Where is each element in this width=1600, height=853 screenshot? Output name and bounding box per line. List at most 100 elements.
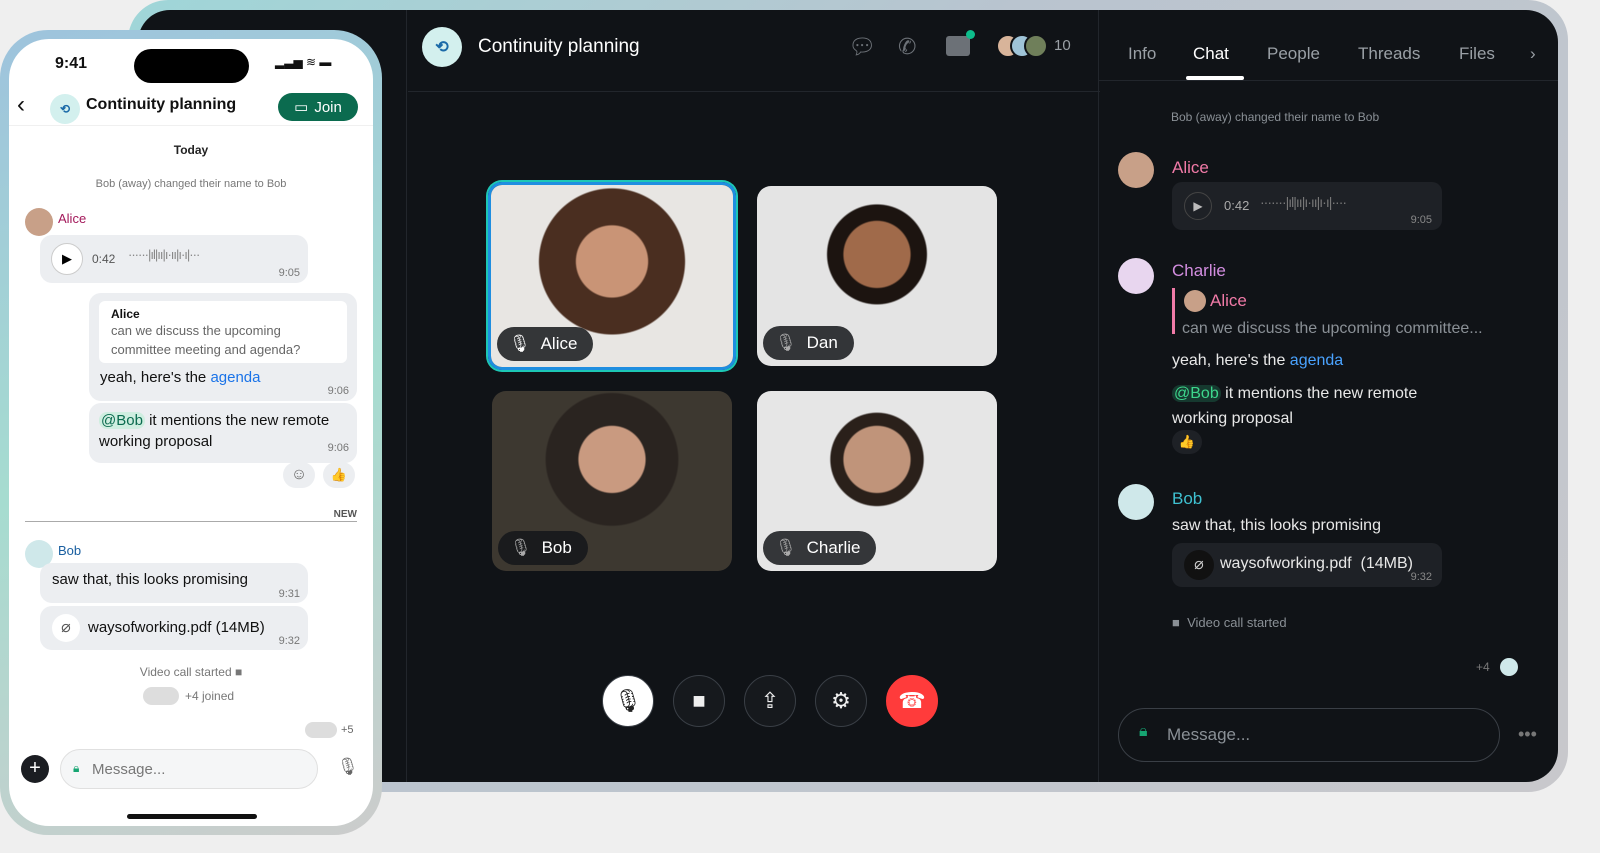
room-avatar[interactable]: ⟲ <box>422 27 462 67</box>
add-attachment-button[interactable]: + <box>21 755 49 783</box>
participant-label: 🎙︎ Dan <box>763 326 854 360</box>
avatar-alice-small <box>1184 290 1206 312</box>
settings-button[interactable]: ⚙ <box>815 675 867 727</box>
mention-message[interactable]: @Bob it mentions the new remote working … <box>89 403 357 463</box>
divider <box>406 10 407 782</box>
participant-label: 🎙︎ Bob <box>498 531 588 565</box>
waveform: ······|ıl|ıı|ı·ıı|ı·ı|··· <box>128 247 200 262</box>
microphone-icon[interactable]: 🎙︎ <box>337 757 359 777</box>
voice-message[interactable]: ▶ 0:42 ·······|ıl|ıı|ı·ıı|ı·ı|···· 9:05 <box>1172 182 1442 230</box>
mic-off-icon: 🎙︎ <box>775 538 797 557</box>
tab-info[interactable]: Info <box>1128 44 1156 64</box>
video-tile-alice[interactable]: 🎙︎ Alice <box>488 182 736 370</box>
more-options-icon[interactable]: ••• <box>1518 724 1537 745</box>
system-message: Bob (away) changed their name to Bob <box>1171 110 1380 124</box>
chat-icon[interactable]: 💬︎ <box>848 34 876 60</box>
mic-icon: 🎙︎ <box>509 334 531 353</box>
mic-off-icon: 🎙︎ <box>510 538 532 557</box>
sender-bob[interactable]: Bob <box>58 543 81 558</box>
dynamic-island <box>134 49 249 83</box>
room-avatar[interactable]: ⟲ <box>50 94 80 124</box>
active-tab-indicator <box>1186 76 1244 80</box>
lock-icon: 🔒︎ <box>73 761 80 775</box>
tab-people[interactable]: People <box>1267 44 1320 64</box>
video-tile-charlie[interactable]: 🎙︎ Charlie <box>757 391 997 571</box>
mobile-app: 9:41 ▂▃▅ ≋ ▬ ‹ ⟲ Continuity planning ▭ Jo… <box>9 39 373 826</box>
paperclip-icon: ⌀ <box>1184 550 1214 580</box>
camera-button[interactable]: ■ <box>673 675 725 727</box>
message-composer[interactable]: 🔒︎ Message... <box>1118 708 1500 762</box>
agenda-link[interactable]: agenda <box>210 369 260 386</box>
room-title: Continuity planning <box>86 96 237 113</box>
avatar-bob[interactable] <box>1118 484 1154 520</box>
member-avatars[interactable]: 10 <box>996 34 1071 58</box>
call-controls: 🎙︎ ■ ⇪ ⚙ ☎ <box>602 675 938 727</box>
member-count: 10 <box>1054 37 1071 54</box>
read-receipts[interactable]: +5 <box>305 722 354 738</box>
message-bubble[interactable]: saw that, this looks promising 9:31 <box>40 563 308 603</box>
participant-label: 🎙︎ Alice <box>497 327 594 361</box>
phone-icon[interactable]: ✆ <box>898 34 916 60</box>
play-icon[interactable]: ▶ <box>51 243 83 275</box>
file-attachment[interactable]: ⌀ waysofworking.pdf (14MB) 9:32 <box>40 606 308 650</box>
participant-label: 🎙︎ Charlie <box>763 531 877 565</box>
divider <box>9 125 373 126</box>
home-indicator <box>127 814 257 819</box>
tab-files[interactable]: Files <box>1459 44 1495 64</box>
agenda-link[interactable]: agenda <box>1290 352 1343 369</box>
tabs-more-icon[interactable]: › <box>1530 44 1536 64</box>
room-title: Continuity planning <box>478 36 640 57</box>
reply-quote[interactable]: can we discuss the upcoming committee... <box>1182 320 1483 338</box>
avatar-alice[interactable] <box>1118 152 1154 188</box>
message-composer[interactable]: 🔒︎ Message... <box>60 749 318 789</box>
room-header: ⟲ Continuity planning 💬︎ ✆ 10 <box>408 10 1100 92</box>
reaction-thumbs-up[interactable]: 👍 <box>323 462 355 488</box>
new-divider <box>25 521 357 522</box>
hangup-button[interactable]: ☎ <box>886 675 938 727</box>
mic-off-icon: 🎙︎ <box>775 333 797 352</box>
reaction-thumbs-up[interactable]: 👍 <box>1172 430 1202 454</box>
call-event: Video call started ■ <box>139 665 243 679</box>
lock-icon: 🔒︎ <box>1139 723 1148 740</box>
threads-icon[interactable] <box>946 30 975 56</box>
sender-charlie[interactable]: Charlie <box>1172 261 1226 281</box>
call-event: ■ Video call started <box>1172 615 1287 630</box>
reply-message[interactable]: Alice can we discuss the upcoming committ… <box>89 293 357 401</box>
voice-message[interactable]: ▶ 0:42 ······|ıl|ıı|ı·ıı|ı·ı|··· 9:05 <box>40 235 308 283</box>
tab-chat[interactable]: Chat <box>1193 44 1229 64</box>
play-icon[interactable]: ▶ <box>1184 192 1212 220</box>
avatar-charlie[interactable] <box>1118 258 1154 294</box>
add-reaction-button[interactable]: ☺ <box>283 462 315 488</box>
mention-pill[interactable]: @Bob <box>99 412 145 429</box>
call-participants[interactable]: +4 joined <box>143 687 234 705</box>
video-icon: ■ <box>1172 615 1180 630</box>
day-separator: Today <box>173 143 209 157</box>
divider <box>1098 10 1099 782</box>
sender-bob[interactable]: Bob <box>1172 489 1202 509</box>
divider <box>1098 80 1558 81</box>
avatar-alice[interactable] <box>25 208 53 236</box>
message-text: @Bob it mentions the new remote working … <box>1172 385 1418 427</box>
sender-alice[interactable]: Alice <box>58 211 86 226</box>
phone-frame: 9:41 ▂▃▅ ≋ ▬ ‹ ⟲ Continuity planning ▭ Jo… <box>0 30 382 835</box>
message-text: saw that, this looks promising <box>1172 517 1381 534</box>
reply-bar <box>1172 288 1175 334</box>
message-text: yeah, here's the agenda <box>1172 352 1344 369</box>
paperclip-icon: ⌀ <box>52 614 80 642</box>
read-receipts[interactable]: +4 <box>1476 658 1518 676</box>
video-icon: ▭ <box>294 99 309 116</box>
video-tile-dan[interactable]: 🎙︎ Dan <box>757 186 997 366</box>
reply-quote[interactable]: Alice can we discuss the upcoming committ… <box>99 301 347 363</box>
sender-alice[interactable]: Alice <box>1172 158 1209 178</box>
video-icon: ■ <box>234 665 243 679</box>
mute-button[interactable]: 🎙︎ <box>602 675 654 727</box>
mention-pill[interactable]: @Bob <box>1172 385 1221 402</box>
join-call-button[interactable]: ▭ Join <box>278 93 358 121</box>
back-icon[interactable]: ‹ <box>17 91 25 119</box>
status-time: 9:41 <box>55 55 88 72</box>
share-screen-button[interactable]: ⇪ <box>744 675 796 727</box>
tab-threads[interactable]: Threads <box>1358 44 1420 64</box>
video-tile-bob[interactable]: 🎙︎ Bob <box>492 391 732 571</box>
waveform: ·······|ıl|ıı|ı·ıı|ı·ı|···· <box>1260 194 1347 210</box>
file-attachment[interactable]: ⌀ waysofworking.pdf (14MB) 9:32 <box>1172 543 1442 587</box>
